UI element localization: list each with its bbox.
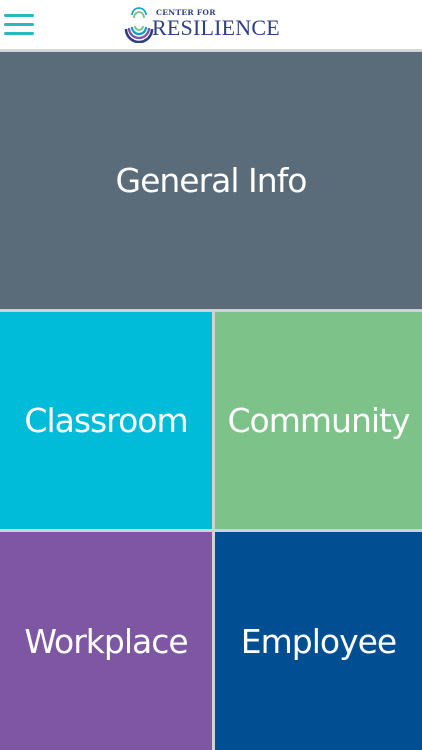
hamburger-menu-icon[interactable] bbox=[4, 10, 34, 40]
menu-bar bbox=[4, 23, 34, 26]
center-for-resilience-logo[interactable]: CENTER FOR RESILIENCE bbox=[122, 7, 304, 43]
tile-label: Employee bbox=[240, 621, 397, 661]
tile-general-info[interactable]: General Info bbox=[0, 52, 422, 309]
menu-bar bbox=[4, 14, 34, 17]
tile-label: General Info bbox=[115, 161, 308, 200]
tile-classroom[interactable]: Classroom bbox=[0, 312, 212, 529]
app-screen: CENTER FOR RESILIENCE General Info Class… bbox=[0, 0, 422, 750]
rainbow-arcs-logo-icon bbox=[124, 7, 154, 43]
tile-label: Workplace bbox=[24, 621, 188, 661]
tile-community[interactable]: Community bbox=[215, 312, 422, 529]
logo-main-text: RESILIENCE bbox=[152, 15, 280, 40]
app-header: CENTER FOR RESILIENCE bbox=[0, 0, 422, 50]
menu-bar bbox=[4, 32, 34, 35]
tile-employee[interactable]: Employee bbox=[215, 532, 422, 750]
tile-label: Classroom bbox=[24, 401, 188, 440]
tile-workplace[interactable]: Workplace bbox=[0, 532, 212, 750]
tile-label: Community bbox=[227, 401, 411, 440]
